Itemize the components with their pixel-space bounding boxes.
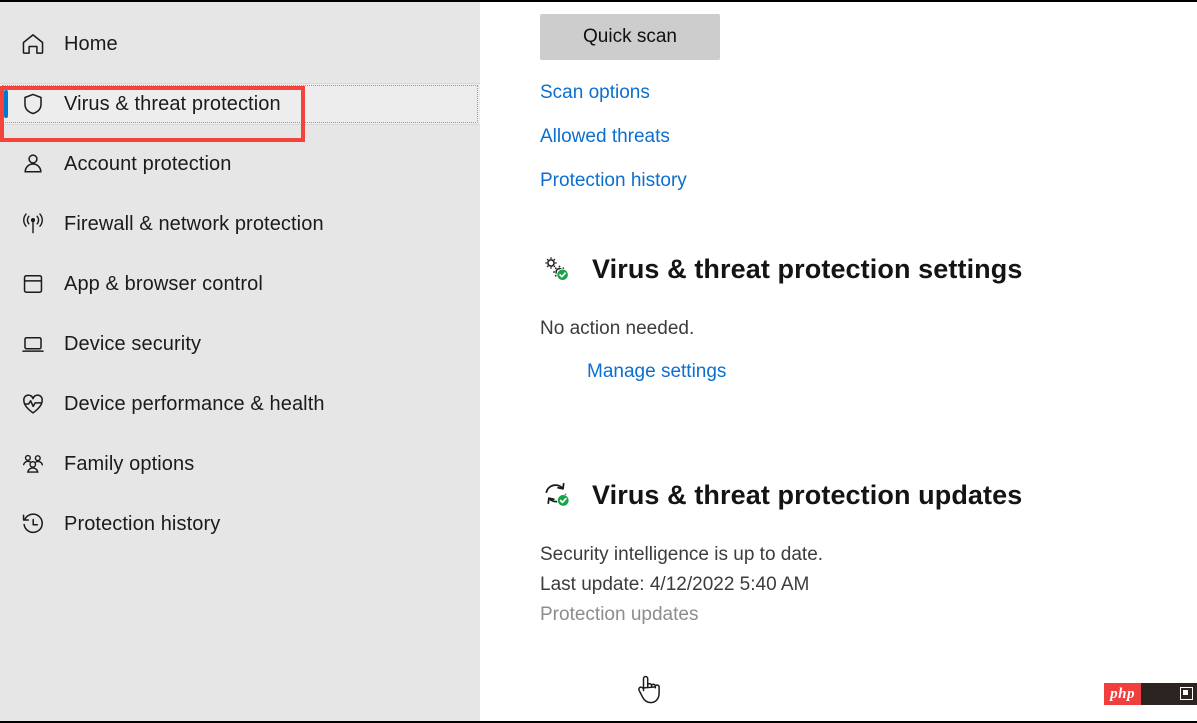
sidebar-item-app-browser-control[interactable]: App & browser control bbox=[0, 264, 480, 304]
php-watermark: php bbox=[1104, 683, 1197, 705]
sidebar-item-account-protection[interactable]: Account protection bbox=[0, 144, 480, 184]
selection-accent-bar bbox=[4, 90, 8, 118]
clock-history-icon bbox=[18, 509, 48, 539]
sidebar-item-label: Home bbox=[64, 32, 118, 55]
section-header: Virus & threat protection settings bbox=[540, 232, 1197, 308]
sidebar-item-label: Account protection bbox=[64, 152, 232, 175]
people-group-icon bbox=[18, 449, 48, 479]
sidebar-item-label: Device security bbox=[64, 332, 202, 355]
protection-history-link[interactable]: Protection history bbox=[540, 170, 687, 192]
sidebar-item-label: Virus & threat protection bbox=[64, 92, 281, 115]
person-icon bbox=[18, 149, 48, 179]
sidebar-item-device-performance-health[interactable]: Device performance & health bbox=[0, 384, 480, 424]
home-icon bbox=[18, 29, 48, 59]
last-update-text: Last update: 4/12/2022 5:40 AM bbox=[540, 573, 810, 595]
sidebar-item-label: Device performance & health bbox=[64, 392, 325, 415]
virus-threat-protection-settings-section: Virus & threat protection settings No ac… bbox=[540, 232, 1197, 381]
scan-options-link[interactable]: Scan options bbox=[540, 82, 650, 104]
shield-icon bbox=[18, 89, 48, 119]
sidebar-item-family-options[interactable]: Family options bbox=[0, 444, 480, 484]
sidebar-item-label: Firewall & network protection bbox=[64, 212, 324, 235]
wireless-signal-icon bbox=[18, 209, 48, 239]
watermark-dark-badge bbox=[1141, 683, 1197, 705]
sidebar-item-label: Family options bbox=[64, 452, 195, 475]
sidebar-item-label: App & browser control bbox=[64, 272, 263, 295]
section-header: Virus & threat protection updates bbox=[540, 458, 1197, 534]
gears-check-icon bbox=[540, 253, 574, 287]
sidebar-item-home[interactable]: Home bbox=[0, 24, 480, 64]
protection-updates-link[interactable]: Protection updates bbox=[540, 604, 698, 625]
quick-scan-button[interactable]: Quick scan bbox=[540, 14, 720, 60]
virus-threat-protection-updates-section: Virus & threat protection updates Securi… bbox=[540, 458, 1197, 626]
section-title: Virus & threat protection updates bbox=[592, 480, 1023, 511]
section-title: Virus & threat protection settings bbox=[592, 254, 1023, 285]
updates-status-text: Security intelligence is up to date. bbox=[540, 543, 824, 565]
navigation-sidebar: Home Virus & threat protection Account p… bbox=[0, 2, 480, 721]
sidebar-item-label: Protection history bbox=[64, 512, 221, 535]
sidebar-item-device-security[interactable]: Device security bbox=[0, 324, 480, 364]
sidebar-item-protection-history[interactable]: Protection history bbox=[0, 504, 480, 544]
sidebar-item-firewall-network-protection[interactable]: Firewall & network protection bbox=[0, 204, 480, 244]
windows-security-window: Home Virus & threat protection Account p… bbox=[0, 0, 1197, 723]
php-logo-badge: php bbox=[1104, 683, 1141, 705]
heart-pulse-icon bbox=[18, 389, 48, 419]
sync-refresh-check-icon bbox=[540, 479, 574, 513]
manage-settings-link[interactable]: Manage settings bbox=[587, 361, 726, 383]
settings-status-text: No action needed. bbox=[540, 317, 695, 339]
watermark-square-icon bbox=[1180, 687, 1193, 700]
sidebar-item-virus-threat-protection[interactable]: Virus & threat protection bbox=[0, 84, 480, 124]
app-window-icon bbox=[18, 269, 48, 299]
laptop-icon bbox=[18, 329, 48, 359]
allowed-threats-link[interactable]: Allowed threats bbox=[540, 126, 670, 148]
main-content-panel: Quick scan Scan options Allowed threats … bbox=[480, 2, 1197, 721]
